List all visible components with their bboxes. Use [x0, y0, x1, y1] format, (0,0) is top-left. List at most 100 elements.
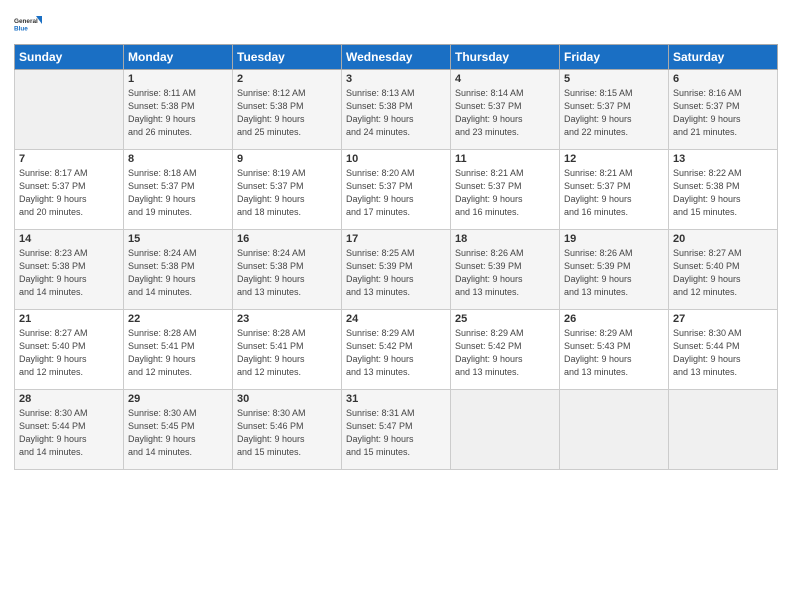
- calendar-cell: 4 Sunrise: 8:14 AMSunset: 5:37 PMDaylight…: [451, 70, 560, 150]
- day-info: Sunrise: 8:23 AMSunset: 5:38 PMDaylight:…: [19, 247, 119, 299]
- day-info: Sunrise: 8:30 AMSunset: 5:44 PMDaylight:…: [673, 327, 773, 379]
- day-info: Sunrise: 8:14 AMSunset: 5:37 PMDaylight:…: [455, 87, 555, 139]
- day-info: Sunrise: 8:29 AMSunset: 5:43 PMDaylight:…: [564, 327, 664, 379]
- day-info: Sunrise: 8:26 AMSunset: 5:39 PMDaylight:…: [455, 247, 555, 299]
- day-number: 12: [564, 153, 664, 165]
- day-number: 16: [237, 233, 337, 245]
- day-number: 21: [19, 313, 119, 325]
- day-info: Sunrise: 8:30 AMSunset: 5:46 PMDaylight:…: [237, 407, 337, 459]
- calendar-cell: 8Sunrise: 8:18 AMSunset: 5:37 PMDaylight…: [124, 150, 233, 230]
- calendar-cell: 18 Sunrise: 8:26 AMSunset: 5:39 PMDayligh…: [451, 230, 560, 310]
- calendar-cell: [451, 390, 560, 470]
- day-number: 15: [128, 233, 228, 245]
- calendar-cell: 21 Sunrise: 8:27 AMSunset: 5:40 PMDayligh…: [15, 310, 124, 390]
- day-info: Sunrise: 8:29 AMSunset: 5:42 PMDaylight:…: [346, 327, 446, 379]
- day-info: Sunrise: 8:20 AMSunset: 5:37 PMDaylight:…: [346, 167, 446, 219]
- calendar-cell: 15 Sunrise: 8:24 AMSunset: 5:38 PMDayligh…: [124, 230, 233, 310]
- calendar-cell: 5Sunrise: 8:15 AMSunset: 5:37 PMDaylight…: [560, 70, 669, 150]
- day-number: 20: [673, 233, 773, 245]
- day-info: Sunrise: 8:24 AMSunset: 5:38 PMDaylight:…: [128, 247, 228, 299]
- day-number: 11: [455, 153, 555, 165]
- svg-text:Blue: Blue: [14, 25, 28, 32]
- header-day: Tuesday: [233, 45, 342, 70]
- calendar-cell: 27 Sunrise: 8:30 AMSunset: 5:44 PMDayligh…: [669, 310, 778, 390]
- calendar-cell: 3 Sunrise: 8:13 AMSunset: 5:38 PMDaylight…: [342, 70, 451, 150]
- day-info: Sunrise: 8:26 AMSunset: 5:39 PMDaylight:…: [564, 247, 664, 299]
- calendar-cell: 13 Sunrise: 8:22 AMSunset: 5:38 PMDayligh…: [669, 150, 778, 230]
- calendar-cell: 6 Sunrise: 8:16 AMSunset: 5:37 PMDaylight…: [669, 70, 778, 150]
- day-number: 28: [19, 393, 119, 405]
- calendar-cell: 1Sunrise: 8:11 AMSunset: 5:38 PMDaylight…: [124, 70, 233, 150]
- calendar-cell: 22 Sunrise: 8:28 AMSunset: 5:41 PMDayligh…: [124, 310, 233, 390]
- calendar-cell: 17Sunrise: 8:25 AMSunset: 5:39 PMDayligh…: [342, 230, 451, 310]
- calendar-cell: 7 Sunrise: 8:17 AMSunset: 5:37 PMDaylight…: [15, 150, 124, 230]
- calendar-cell: 31Sunrise: 8:31 AMSunset: 5:47 PMDayligh…: [342, 390, 451, 470]
- day-number: 7: [19, 153, 119, 165]
- header-day: Thursday: [451, 45, 560, 70]
- calendar-cell: 30 Sunrise: 8:30 AMSunset: 5:46 PMDayligh…: [233, 390, 342, 470]
- calendar-week-row: 28 Sunrise: 8:30 AMSunset: 5:44 PMDayligh…: [15, 390, 778, 470]
- header-day: Saturday: [669, 45, 778, 70]
- logo: GeneralBlue: [14, 10, 42, 38]
- calendar-cell: 26 Sunrise: 8:29 AMSunset: 5:43 PMDayligh…: [560, 310, 669, 390]
- day-number: 6: [673, 73, 773, 85]
- day-info: Sunrise: 8:22 AMSunset: 5:38 PMDaylight:…: [673, 167, 773, 219]
- calendar-cell: 25Sunrise: 8:29 AMSunset: 5:42 PMDayligh…: [451, 310, 560, 390]
- calendar-cell: [15, 70, 124, 150]
- calendar-week-row: 7 Sunrise: 8:17 AMSunset: 5:37 PMDaylight…: [15, 150, 778, 230]
- day-info: Sunrise: 8:19 AMSunset: 5:37 PMDaylight:…: [237, 167, 337, 219]
- calendar-cell: 24 Sunrise: 8:29 AMSunset: 5:42 PMDayligh…: [342, 310, 451, 390]
- calendar-cell: 28 Sunrise: 8:30 AMSunset: 5:44 PMDayligh…: [15, 390, 124, 470]
- header: GeneralBlue: [14, 10, 778, 38]
- header-day: Wednesday: [342, 45, 451, 70]
- calendar-week-row: 1Sunrise: 8:11 AMSunset: 5:38 PMDaylight…: [15, 70, 778, 150]
- day-number: 10: [346, 153, 446, 165]
- day-info: Sunrise: 8:31 AMSunset: 5:47 PMDaylight:…: [346, 407, 446, 459]
- calendar-container: GeneralBlue SundayMondayTuesdayWednesday…: [0, 0, 792, 612]
- calendar-cell: 11 Sunrise: 8:21 AMSunset: 5:37 PMDayligh…: [451, 150, 560, 230]
- day-number: 1: [128, 73, 228, 85]
- day-info: Sunrise: 8:21 AMSunset: 5:37 PMDaylight:…: [564, 167, 664, 219]
- day-info: Sunrise: 8:13 AMSunset: 5:38 PMDaylight:…: [346, 87, 446, 139]
- day-number: 13: [673, 153, 773, 165]
- day-number: 23: [237, 313, 337, 325]
- day-info: Sunrise: 8:16 AMSunset: 5:37 PMDaylight:…: [673, 87, 773, 139]
- calendar-cell: 2Sunrise: 8:12 AMSunset: 5:38 PMDaylight…: [233, 70, 342, 150]
- day-info: Sunrise: 8:21 AMSunset: 5:37 PMDaylight:…: [455, 167, 555, 219]
- calendar-cell: [560, 390, 669, 470]
- calendar-cell: 9Sunrise: 8:19 AMSunset: 5:37 PMDaylight…: [233, 150, 342, 230]
- day-info: Sunrise: 8:30 AMSunset: 5:44 PMDaylight:…: [19, 407, 119, 459]
- day-number: 25: [455, 313, 555, 325]
- day-info: Sunrise: 8:28 AMSunset: 5:41 PMDaylight:…: [128, 327, 228, 379]
- day-info: Sunrise: 8:30 AMSunset: 5:45 PMDaylight:…: [128, 407, 228, 459]
- day-number: 27: [673, 313, 773, 325]
- calendar-cell: 16Sunrise: 8:24 AMSunset: 5:38 PMDayligh…: [233, 230, 342, 310]
- calendar-table: SundayMondayTuesdayWednesdayThursdayFrid…: [14, 44, 778, 470]
- calendar-week-row: 21 Sunrise: 8:27 AMSunset: 5:40 PMDayligh…: [15, 310, 778, 390]
- calendar-cell: 29Sunrise: 8:30 AMSunset: 5:45 PMDayligh…: [124, 390, 233, 470]
- day-info: Sunrise: 8:17 AMSunset: 5:37 PMDaylight:…: [19, 167, 119, 219]
- day-number: 24: [346, 313, 446, 325]
- day-number: 4: [455, 73, 555, 85]
- day-number: 14: [19, 233, 119, 245]
- day-info: Sunrise: 8:28 AMSunset: 5:41 PMDaylight:…: [237, 327, 337, 379]
- calendar-header-row: SundayMondayTuesdayWednesdayThursdayFrid…: [15, 45, 778, 70]
- header-day: Monday: [124, 45, 233, 70]
- header-day: Friday: [560, 45, 669, 70]
- day-info: Sunrise: 8:27 AMSunset: 5:40 PMDaylight:…: [19, 327, 119, 379]
- calendar-cell: [669, 390, 778, 470]
- calendar-cell: 12 Sunrise: 8:21 AMSunset: 5:37 PMDayligh…: [560, 150, 669, 230]
- day-info: Sunrise: 8:15 AMSunset: 5:37 PMDaylight:…: [564, 87, 664, 139]
- day-number: 18: [455, 233, 555, 245]
- day-number: 26: [564, 313, 664, 325]
- day-info: Sunrise: 8:25 AMSunset: 5:39 PMDaylight:…: [346, 247, 446, 299]
- day-info: Sunrise: 8:18 AMSunset: 5:37 PMDaylight:…: [128, 167, 228, 219]
- day-info: Sunrise: 8:27 AMSunset: 5:40 PMDaylight:…: [673, 247, 773, 299]
- day-number: 30: [237, 393, 337, 405]
- day-number: 3: [346, 73, 446, 85]
- calendar-cell: 14 Sunrise: 8:23 AMSunset: 5:38 PMDayligh…: [15, 230, 124, 310]
- svg-text:General: General: [14, 18, 38, 25]
- day-number: 22: [128, 313, 228, 325]
- logo-icon: GeneralBlue: [14, 10, 42, 38]
- day-info: Sunrise: 8:12 AMSunset: 5:38 PMDaylight:…: [237, 87, 337, 139]
